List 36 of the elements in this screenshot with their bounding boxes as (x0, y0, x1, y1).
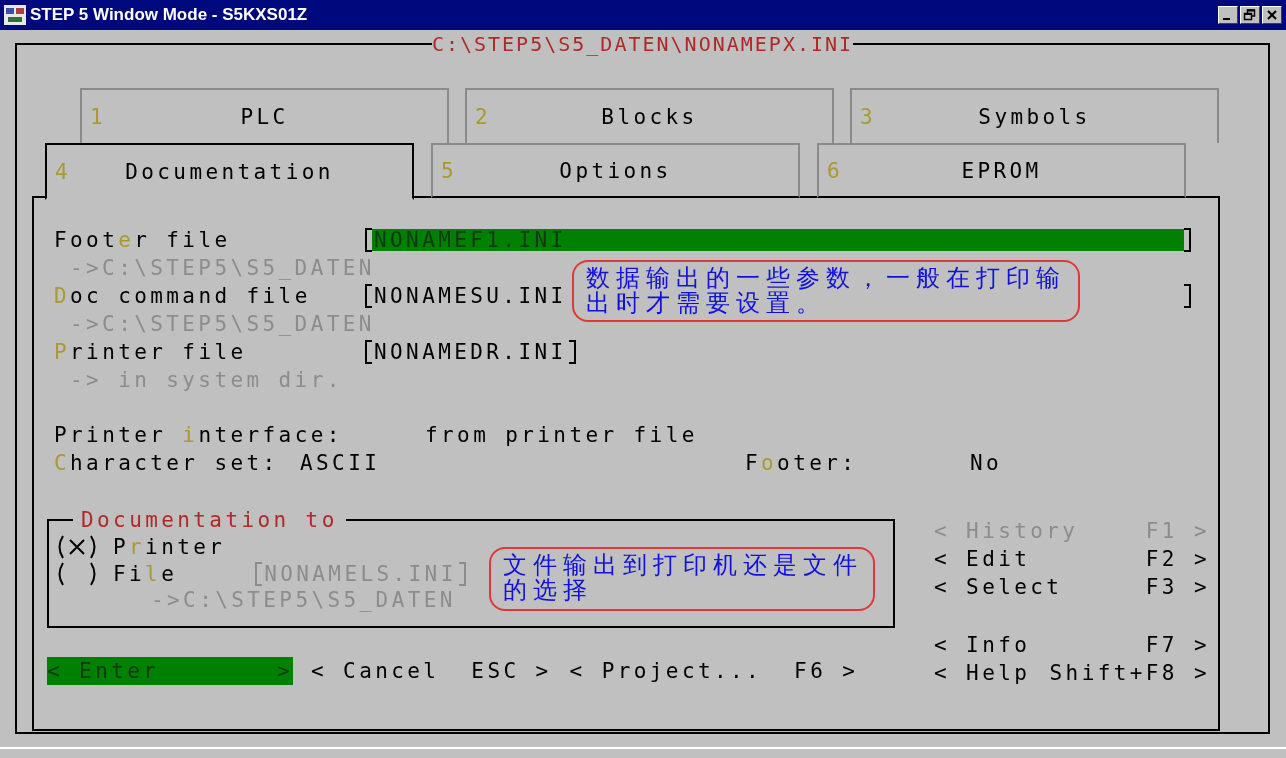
command-button[interactable]: < Cancel ESC > (311, 657, 552, 685)
tab[interactable]: 4 Documentation (45, 143, 414, 200)
window-title: STEP 5 Window Mode - S5KXS01Z (30, 5, 309, 25)
setting-label: Printer i nterface: (54, 422, 344, 449)
minimize-button[interactable] (1218, 6, 1238, 24)
tab[interactable]: 5 Options (431, 143, 800, 198)
command-button[interactable]: < Edit F2 > (934, 547, 1210, 575)
close-icon (1265, 9, 1279, 21)
command-button[interactable]: < Info F7 > (934, 633, 1210, 661)
command-button[interactable]: < Help Shift+F8 > (934, 661, 1210, 689)
command-button[interactable]: < Project... F6 > (569, 657, 859, 685)
app-icon (4, 5, 26, 25)
tab[interactable]: 6 EPROM (817, 143, 1186, 198)
field-label: P rinter file (54, 339, 248, 366)
restore-icon (1243, 9, 1257, 21)
setting-label: C haracter set: (54, 450, 280, 477)
restore-button[interactable] (1240, 6, 1260, 24)
frame-title: C:\STEP5\S5_DATEN\NONAMEPX.INI (431, 34, 854, 54)
tab[interactable]: 2 Blocks (465, 88, 834, 143)
annotation-callout: 文件输出到打印机还是文件的选择 (489, 547, 875, 611)
group-title: Documentation to (80, 507, 339, 533)
setting-value: No (970, 450, 1003, 477)
field-label: Foot e r file (54, 227, 232, 254)
option-label: P r inter (113, 534, 226, 559)
close-button[interactable] (1262, 6, 1282, 24)
annotation-callout: 数据输出的一些参数，一般在打印输出时才需要设置。 (572, 260, 1080, 322)
setting-label: F o oter: (745, 450, 859, 477)
tab[interactable]: 3 Symbols (850, 88, 1219, 143)
setting-value: ASCII (300, 450, 382, 477)
command-button[interactable]: < Select F3 > (934, 575, 1210, 603)
tab[interactable]: 1 PLC (80, 88, 449, 143)
input-field[interactable]: NONAMEDR.INI (365, 340, 576, 364)
option-label: Fi l e (113, 561, 178, 586)
setting-value: from printer file (425, 422, 698, 449)
minimize-icon (1222, 18, 1230, 20)
field-label: D oc command file (54, 283, 312, 310)
